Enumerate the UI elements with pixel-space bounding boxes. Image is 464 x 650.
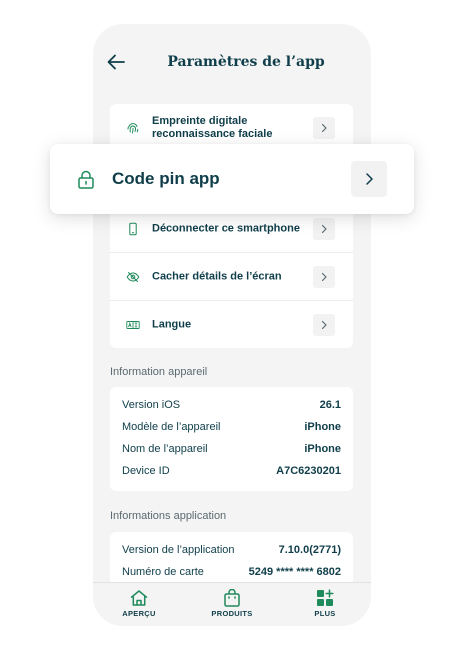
settings-item-label: Cacher détails de l’écran [152,270,282,282]
home-icon [130,590,148,606]
chevron-right-icon[interactable] [313,314,335,336]
nav-item-produits[interactable]: PRODUITS [192,589,272,618]
settings-item-language[interactable]: Langue [110,301,353,349]
lock-icon [78,170,94,189]
info-row: Version de l’application 7.10.0(2771) [122,544,341,560]
info-value: A7C6230201 [276,465,341,477]
info-key: Nom de l’appareil [122,443,208,455]
info-row: Numéro de carte 5249 **** **** 6802 [122,566,341,582]
info-value: 7.10.0(2771) [278,544,341,556]
settings-item-label: Déconnecter ce smartphone [152,222,300,234]
info-key: Modèle de l’appareil [122,421,221,433]
nav-label: APERÇU [122,609,156,618]
language-icon [126,321,140,329]
phone-screen: Paramètres de l’app Empreinte digitale r… [93,24,371,626]
settings-item-label: Code pin app [112,169,220,188]
info-key: Version de l’application [122,544,235,556]
info-value: 5249 **** **** 6802 [248,566,341,578]
nav-item-plus[interactable]: PLUS [285,589,365,618]
nav-item-apercu[interactable]: APERÇU [99,589,179,618]
chevron-right-icon[interactable] [313,217,335,240]
shopping-bag-icon [224,589,240,607]
chevron-right-icon[interactable] [351,161,387,197]
app-info-heading: Informations application [110,510,227,522]
info-key: Numéro de carte [122,566,204,578]
grid-plus-icon [317,589,334,606]
eye-off-icon [126,271,140,282]
info-key: Device ID [122,465,170,477]
settings-item-label: Empreinte digitale reconnaissance facial… [152,114,273,140]
info-value: 26.1 [319,399,341,411]
settings-list: Empreinte digitale reconnaissance facial… [110,104,353,348]
nav-label: PLUS [314,609,336,618]
chevron-right-icon[interactable] [313,265,335,288]
info-row: Modèle de l’appareil iPhone [122,421,341,437]
info-value: iPhone [304,421,341,433]
bottom-nav: APERÇU PRODUITS PLUS [93,582,371,626]
settings-item-pin-code-highlight[interactable]: Code pin app [50,144,414,214]
info-row: Nom de l’appareil iPhone [122,443,341,459]
nav-label: PRODUITS [211,609,253,618]
device-info-card: Version iOS 26.1 Modèle de l’appareil iP… [110,387,353,491]
info-value: iPhone [304,443,341,455]
info-key: Version iOS [122,399,181,411]
page-title: Paramètres de l’app [167,54,325,70]
fingerprint-icon [127,122,139,133]
settings-item-label: Langue [152,318,192,331]
device-info-heading: Information appareil [110,366,208,378]
smartphone-icon [129,222,137,235]
info-row: Version iOS 26.1 [122,399,341,415]
settings-item-hide-details[interactable]: Cacher détails de l’écran [110,253,353,301]
chevron-right-icon[interactable] [313,116,335,139]
header: Paramètres de l’app [93,24,371,102]
info-row: Device ID A7C6230201 [122,465,341,481]
